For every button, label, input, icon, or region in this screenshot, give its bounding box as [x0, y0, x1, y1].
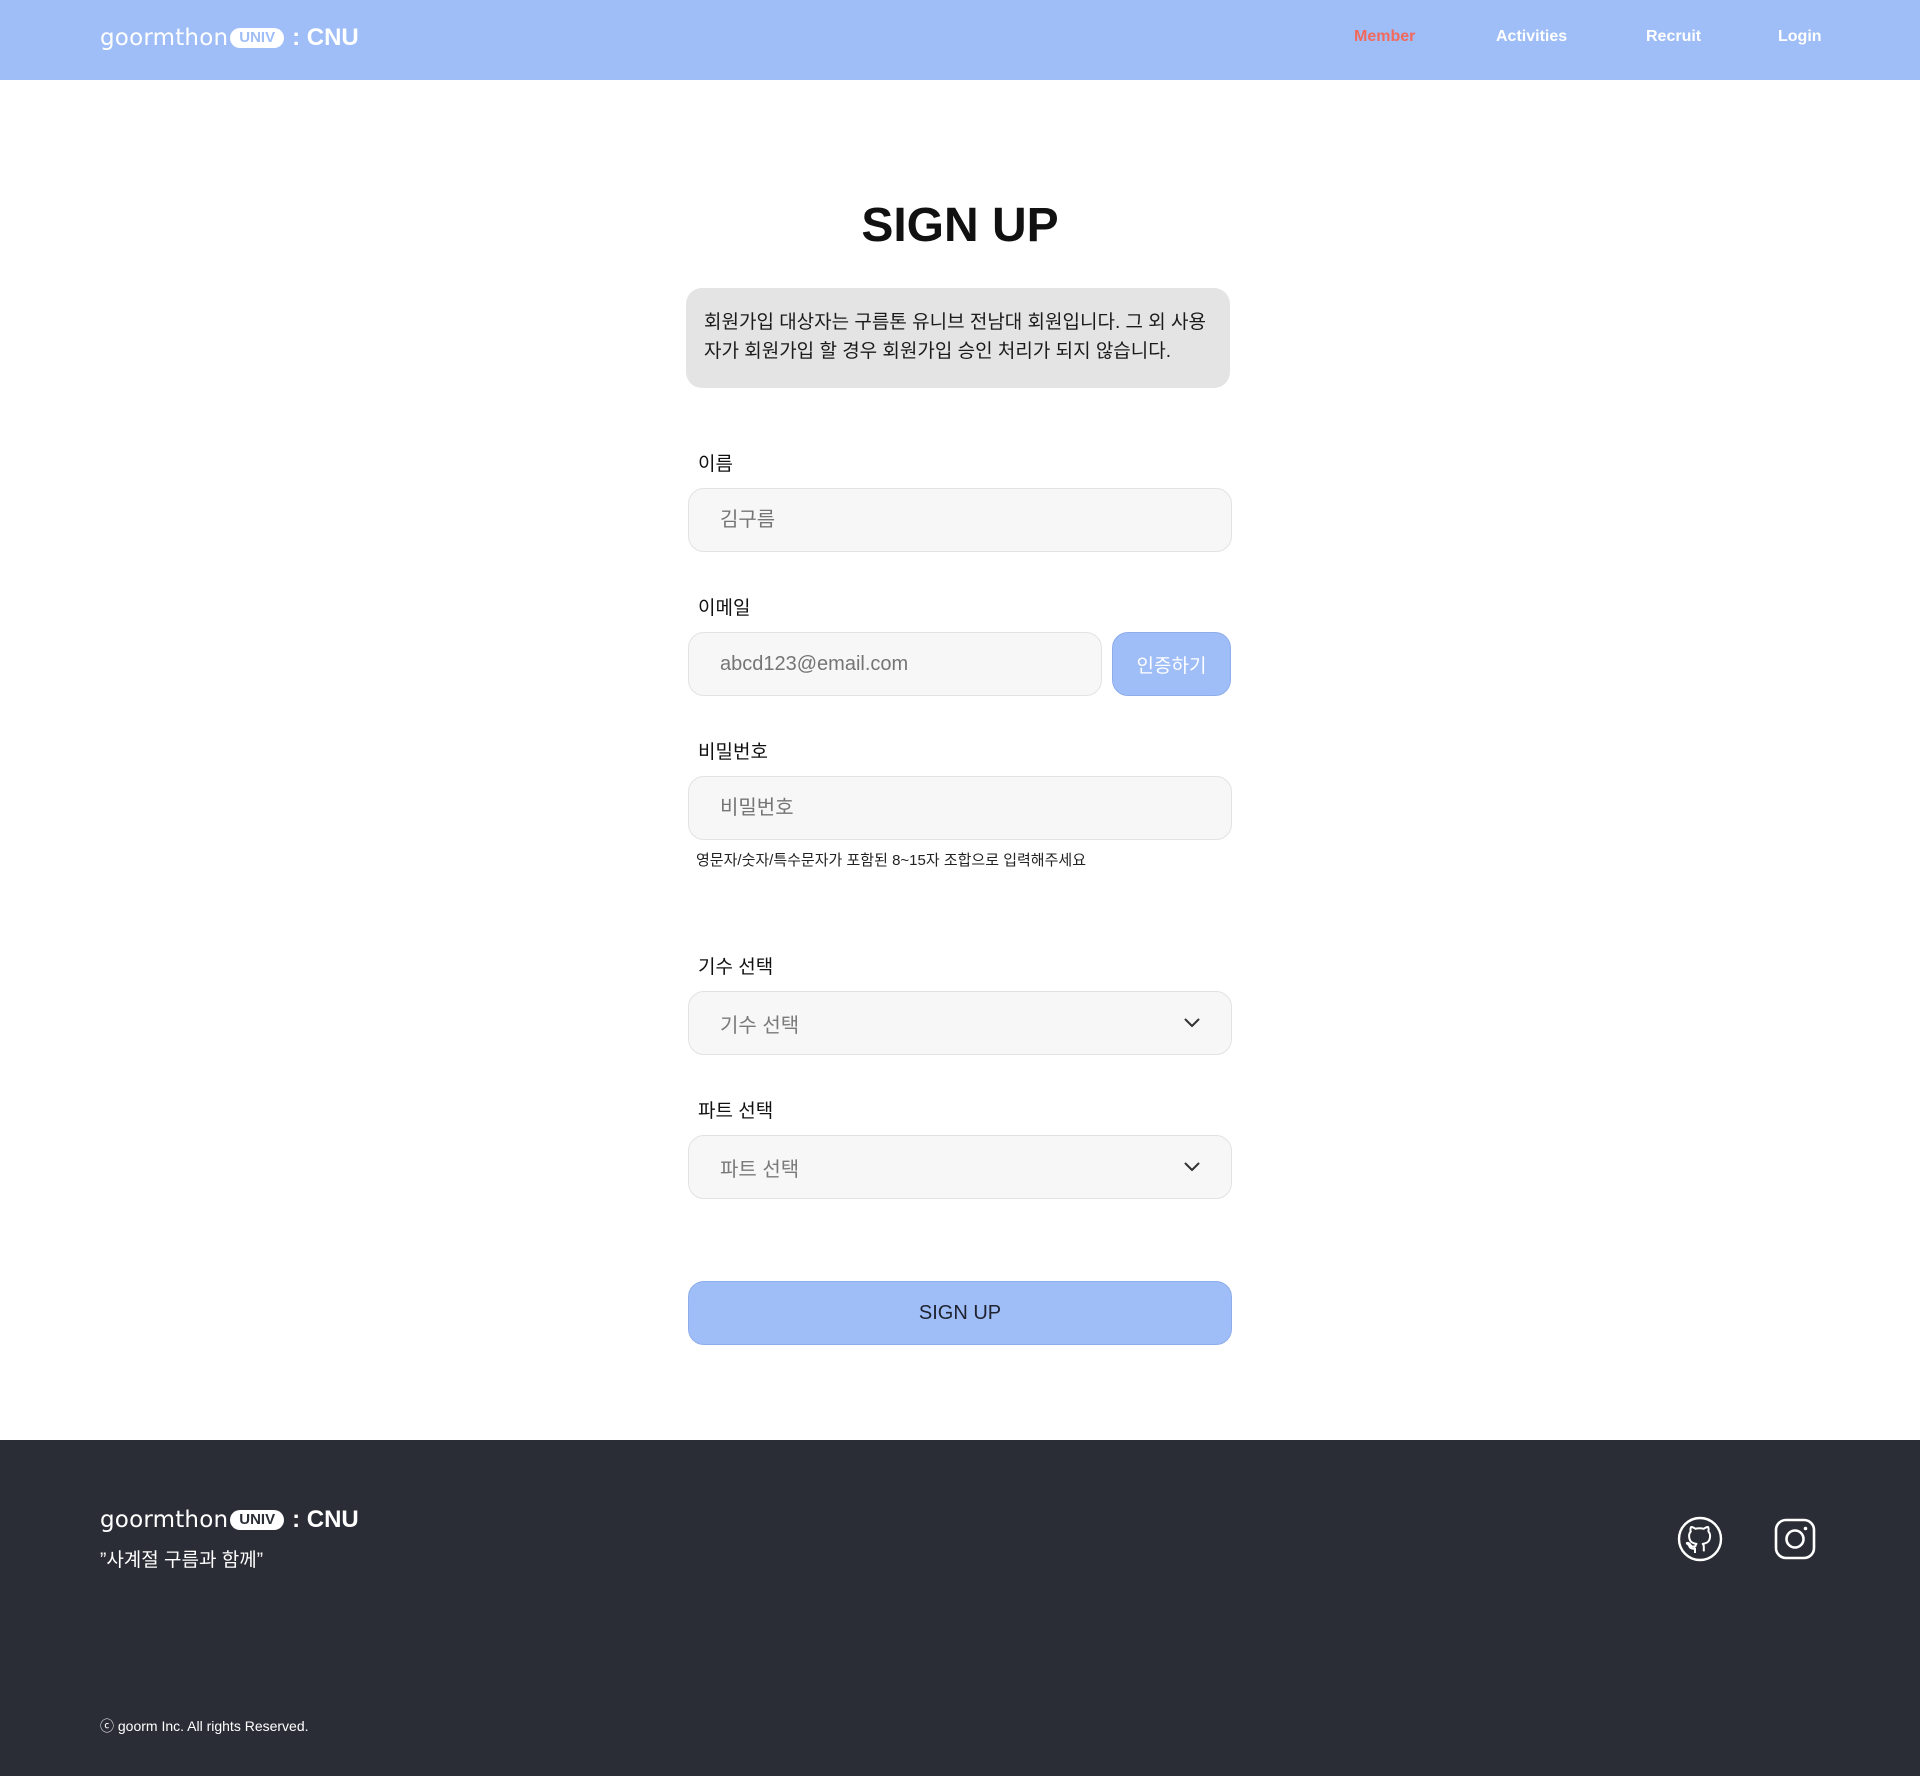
signup-notice: 회원가입 대상자는 구름톤 유니브 전남대 회원입니다. 그 외 사용자가 회원… — [686, 288, 1230, 388]
chevron-down-icon — [1181, 1156, 1203, 1178]
email-input[interactable] — [688, 632, 1102, 696]
nav-activities[interactable]: Activities — [1496, 28, 1567, 46]
password-label: 비밀번호 — [698, 742, 768, 763]
generation-label: 기수 선택 — [698, 957, 774, 978]
header-logo[interactable]: goormthon UNIV : CNU — [100, 24, 359, 52]
signup-submit-button[interactable]: SIGN UP — [688, 1281, 1232, 1345]
logo-suffix: : CNU — [292, 24, 359, 51]
copyright-text: ⓒ goorm Inc. All rights Reserved. — [100, 1718, 309, 1734]
logo-wordmark: goormthon — [100, 25, 229, 51]
generation-select-value: 기수 선택 — [720, 1014, 800, 1037]
generation-select[interactable]: 기수 선택 — [688, 991, 1232, 1055]
nav-member[interactable]: Member — [1354, 28, 1415, 46]
top-nav-bar: goormthon UNIV : CNU Member Activities R… — [0, 0, 1920, 80]
nav-login[interactable]: Login — [1778, 28, 1822, 46]
instagram-icon[interactable] — [1772, 1516, 1818, 1562]
password-input[interactable] — [688, 776, 1232, 840]
verify-email-button[interactable]: 인증하기 — [1112, 632, 1231, 696]
logo-suffix: : CNU — [292, 1506, 359, 1533]
footer-slogan: ”사계절 구름과 함께” — [100, 1550, 264, 1571]
part-select[interactable]: 파트 선택 — [688, 1135, 1232, 1199]
logo-univ-badge: UNIV — [230, 28, 285, 48]
name-label: 이름 — [698, 454, 733, 475]
logo-wordmark: goormthon — [100, 1507, 229, 1533]
page-title: SIGN UP — [861, 199, 1059, 252]
chevron-down-icon — [1181, 1012, 1203, 1034]
part-select-value: 파트 선택 — [720, 1158, 800, 1181]
email-label: 이메일 — [698, 598, 751, 619]
logo-univ-badge: UNIV — [230, 1510, 285, 1530]
nav-recruit[interactable]: Recruit — [1646, 28, 1701, 46]
name-input[interactable] — [688, 488, 1232, 552]
footer-logo: goormthon UNIV : CNU — [100, 1506, 359, 1534]
part-label: 파트 선택 — [698, 1101, 774, 1122]
password-hint: 영문자/숫자/특수문자가 포함된 8~15자 조합으로 입력해주세요 — [696, 852, 1086, 869]
github-icon[interactable] — [1677, 1516, 1723, 1562]
footer: goormthon UNIV : CNU ”사계절 구름과 함께” ⓒ goor… — [0, 1440, 1920, 1776]
